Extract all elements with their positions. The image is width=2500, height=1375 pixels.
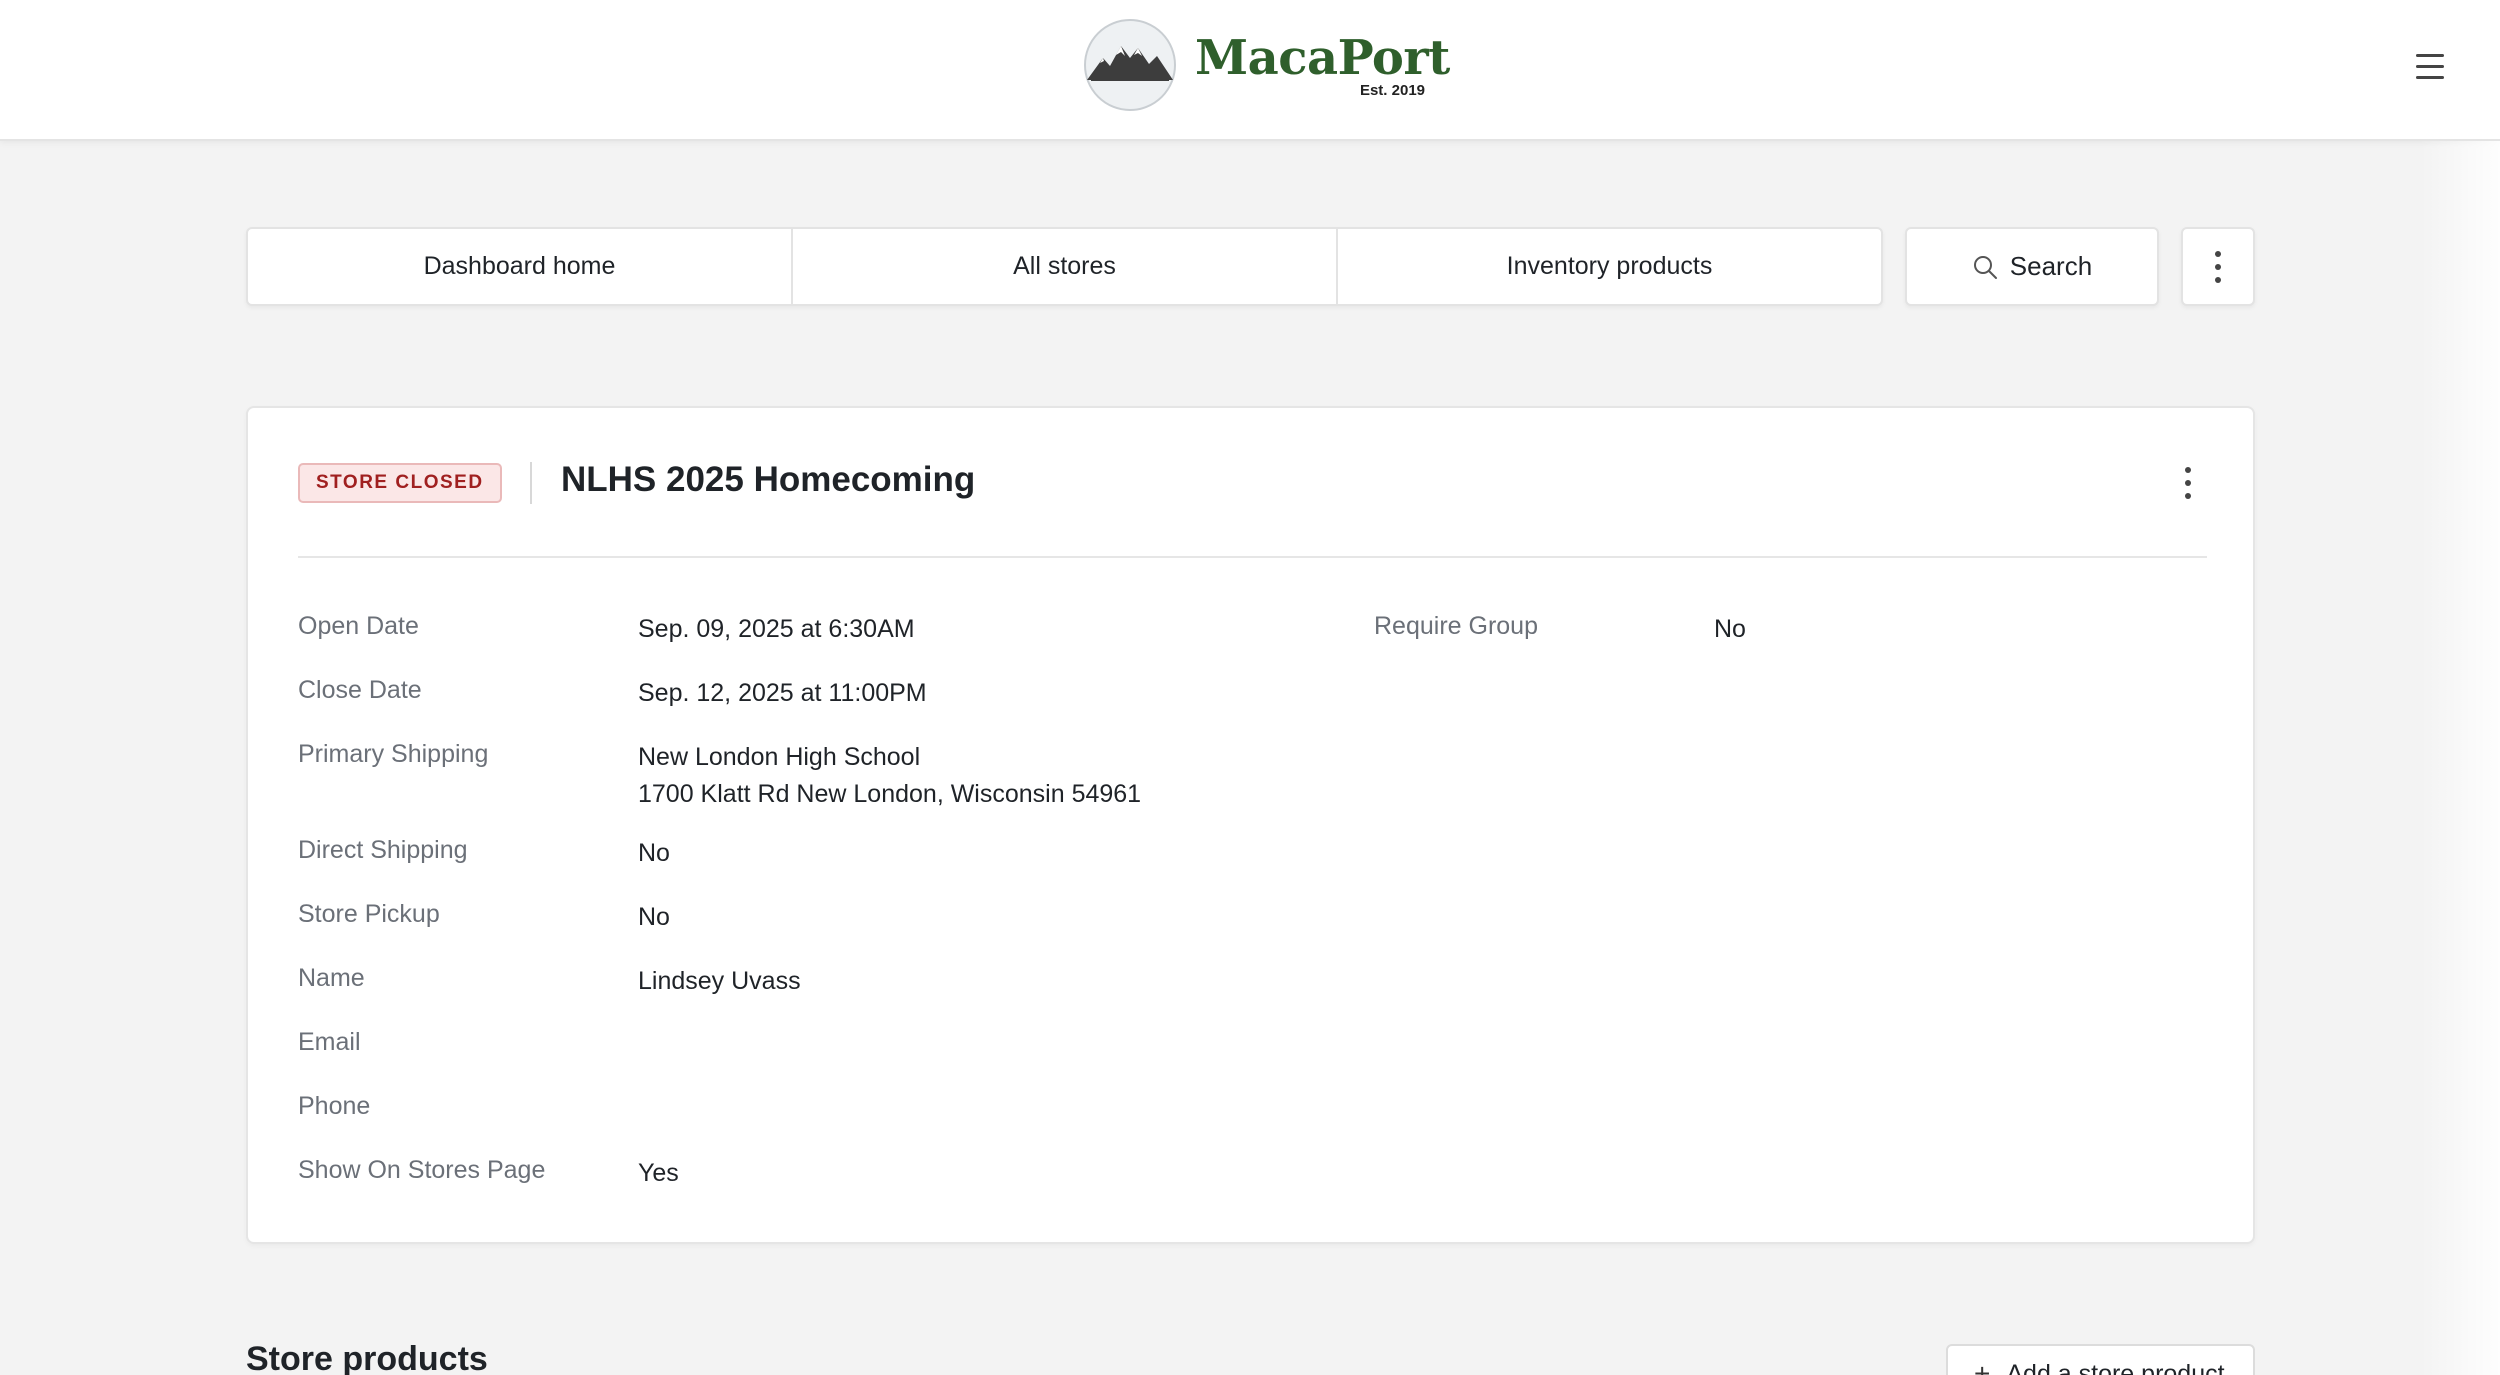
contact-name-label: Name [298, 964, 365, 992]
tab-dashboard-home[interactable]: Dashboard home [248, 229, 793, 304]
brand-name: MacaPort [1195, 30, 1450, 86]
open-date-value: Sep. 09, 2025 at 6:30AM [638, 615, 915, 643]
primary-shipping-line1: New London High School [638, 743, 921, 771]
show-on-stores-page-label: Show On Stores Page [298, 1156, 546, 1184]
store-detail-card: STORE CLOSED NLHS 2025 Homecoming Open D… [246, 406, 2255, 1244]
store-pickup-label: Store Pickup [298, 900, 440, 928]
phone-label: Phone [298, 1092, 371, 1120]
tab-inventory-products[interactable]: Inventory products [1338, 229, 1881, 304]
email-label: Email [298, 1028, 361, 1056]
store-options-button[interactable] [2168, 458, 2208, 508]
store-pickup-value: No [638, 903, 670, 931]
hamburger-menu-icon[interactable] [2414, 52, 2450, 82]
scroll-shadow [2420, 141, 2500, 1375]
show-on-stores-page-value: Yes [638, 1159, 679, 1187]
search-label: Search [2009, 251, 2093, 281]
close-date-value: Sep. 12, 2025 at 11:00PM [638, 679, 927, 707]
primary-shipping-line2: 1700 Klatt Rd New London, Wisconsin 5496… [638, 780, 1142, 808]
search-icon [1973, 255, 1997, 279]
card-divider [298, 556, 2207, 558]
more-vertical-icon [2215, 250, 2221, 283]
open-date-label: Open Date [298, 612, 419, 640]
direct-shipping-label: Direct Shipping [298, 836, 468, 864]
more-options-button[interactable] [2181, 227, 2255, 306]
tab-all-stores[interactable]: All stores [793, 229, 1338, 304]
search-button[interactable]: Search [1905, 227, 2159, 306]
store-products-heading: Store products [246, 1340, 488, 1375]
mountain-logo-icon [1084, 19, 1176, 111]
require-group-value: No [1714, 615, 1746, 643]
close-date-label: Close Date [298, 676, 422, 704]
contact-name-value: Lindsey Uvass [638, 967, 801, 995]
add-store-product-label: Add a store product [2006, 1359, 2225, 1375]
plus-icon: + [1974, 1358, 1991, 1375]
brand-tagline: Est. 2019 [1359, 82, 1425, 99]
more-vertical-icon [2185, 467, 2191, 499]
title-divider [530, 462, 532, 504]
store-title: NLHS 2025 Homecoming [561, 460, 976, 499]
top-bar: MacaPort Est. 2019 [0, 0, 2500, 141]
direct-shipping-value: No [638, 839, 670, 867]
nav-tabs: Dashboard home All stores Inventory prod… [246, 227, 1883, 306]
primary-shipping-label: Primary Shipping [298, 740, 489, 768]
add-store-product-button[interactable]: + Add a store product [1946, 1344, 2255, 1375]
brand-wordmark: MacaPort Est. 2019 [1195, 18, 1450, 112]
status-badge: STORE CLOSED [298, 463, 502, 503]
require-group-label: Require Group [1374, 612, 1538, 640]
brand-logo[interactable]: MacaPort Est. 2019 [1083, 18, 1450, 112]
